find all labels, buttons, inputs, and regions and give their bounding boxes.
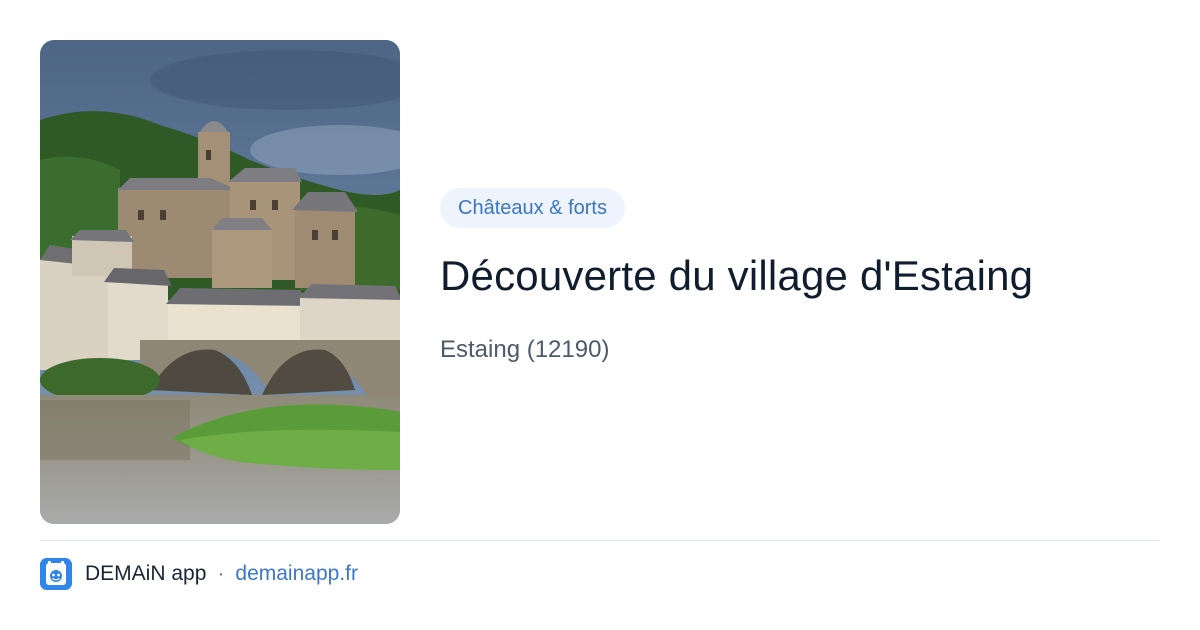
card-title[interactable]: Découverte du village d'Estaing: [440, 250, 1160, 302]
footer-separator: ·: [217, 562, 225, 585]
domain-link[interactable]: demainapp.fr: [235, 562, 358, 586]
card-photo[interactable]: [40, 40, 400, 524]
app-name: DEMAiN app: [85, 562, 207, 585]
category-chip[interactable]: Châteaux & forts: [440, 188, 625, 228]
card-location: Estaing (12190): [440, 336, 610, 363]
footer-divider: [40, 540, 1160, 541]
estaing-castle-photo: [40, 40, 400, 524]
demain-logo-icon[interactable]: [40, 558, 72, 590]
footer: DEMAiN app · demainapp.fr: [40, 557, 358, 591]
card-content: Châteaux & forts Découverte du village d…: [440, 188, 1160, 364]
